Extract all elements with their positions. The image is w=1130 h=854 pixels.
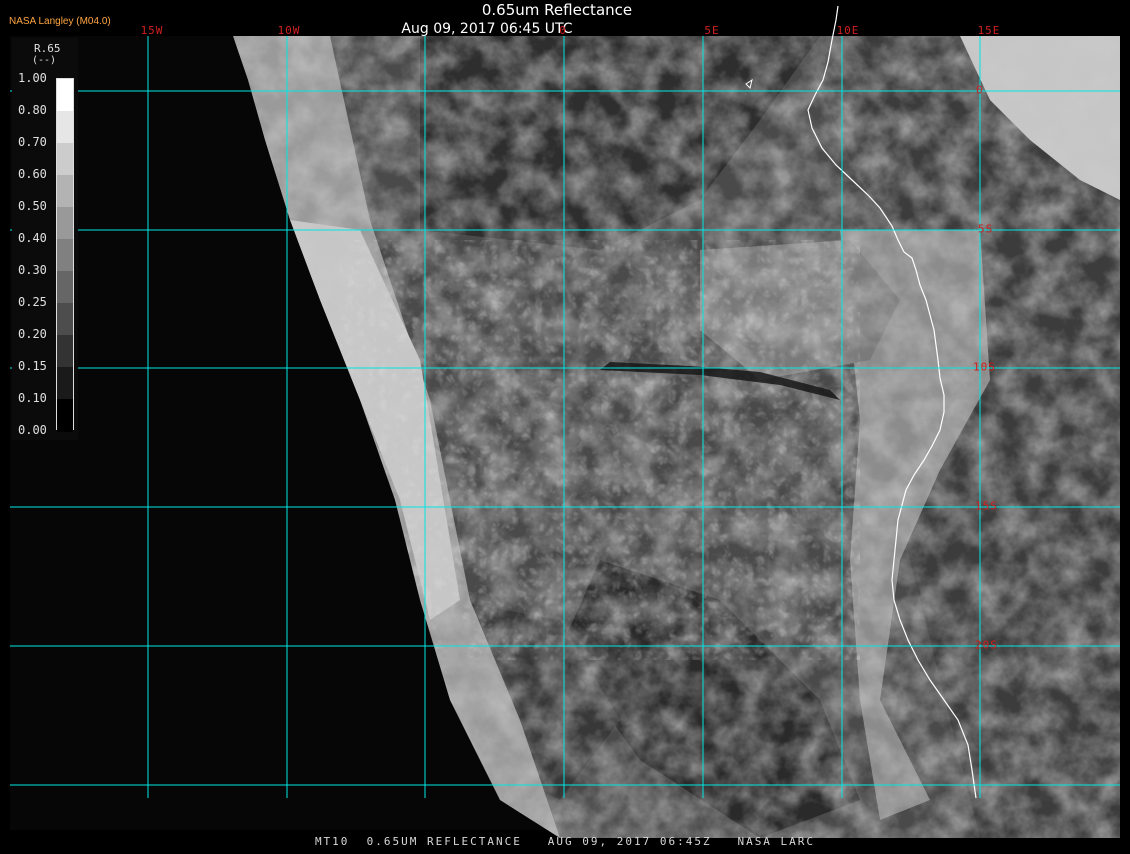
legend-tick-label: 0.00 [18, 423, 47, 437]
lat-label-15s: 15S [975, 499, 998, 513]
lon-label-0: 0 [559, 24, 567, 37]
satellite-image: 0.65um Reflectance Aug 09, 2017 06:45 UT… [0, 0, 1130, 850]
legend-color-bar [56, 78, 74, 432]
legend-step [57, 207, 73, 240]
lat-label-20s: 20S [975, 638, 998, 652]
legend-tick-label: 1.00 [18, 71, 47, 85]
legend-tick-label: 0.80 [18, 103, 47, 117]
lon-label-15w: 15W [140, 24, 164, 37]
lon-label-10e: 10E [836, 24, 860, 37]
legend-tick-label: 0.20 [18, 327, 47, 341]
legend-tick-label: 0.70 [18, 135, 47, 149]
lon-label-10w: 10W [277, 24, 301, 37]
producer-credit: NASA Langley (M04.0) [9, 16, 111, 27]
legend-step [57, 271, 73, 304]
lat-label-5s: 5S [978, 222, 994, 236]
legend-step [57, 239, 73, 272]
lon-label-15e: 15E [977, 24, 1001, 37]
legend-step [57, 175, 73, 208]
legend-title: R.65 [34, 42, 61, 55]
legend-step [57, 367, 73, 400]
reflectance-legend: R.65 (--) 1.00 0.80 0.70 0.60 0.50 0.40 0.30 0.… [12, 38, 78, 440]
lat-label-0: 0 [976, 83, 984, 97]
legend-tick-label: 0.15 [18, 359, 47, 373]
image-footer: MT10 0.65UM REFLECTANCE AUG 09, 2017 06:… [314, 835, 816, 848]
legend-step [57, 303, 73, 336]
lat-label-10s: 10S [973, 360, 996, 374]
legend-step [57, 111, 73, 144]
legend-units: (--) [32, 55, 57, 66]
legend-tick-label: 0.60 [18, 167, 47, 181]
lon-label-5e: 5E [704, 24, 720, 37]
legend-tick-label: 0.25 [18, 295, 47, 309]
legend-tick-label: 0.50 [18, 199, 47, 213]
reflectance-map [0, 0, 1130, 850]
legend-tick-label: 0.30 [18, 263, 47, 277]
legend-step [57, 335, 73, 368]
map-title: 0.65um Reflectance [481, 1, 633, 19]
legend-tick-label: 0.10 [18, 391, 47, 405]
legend-step [57, 399, 73, 432]
legend-step [57, 79, 73, 112]
legend-tick-label: 0.40 [18, 231, 47, 245]
legend-step [57, 143, 73, 176]
